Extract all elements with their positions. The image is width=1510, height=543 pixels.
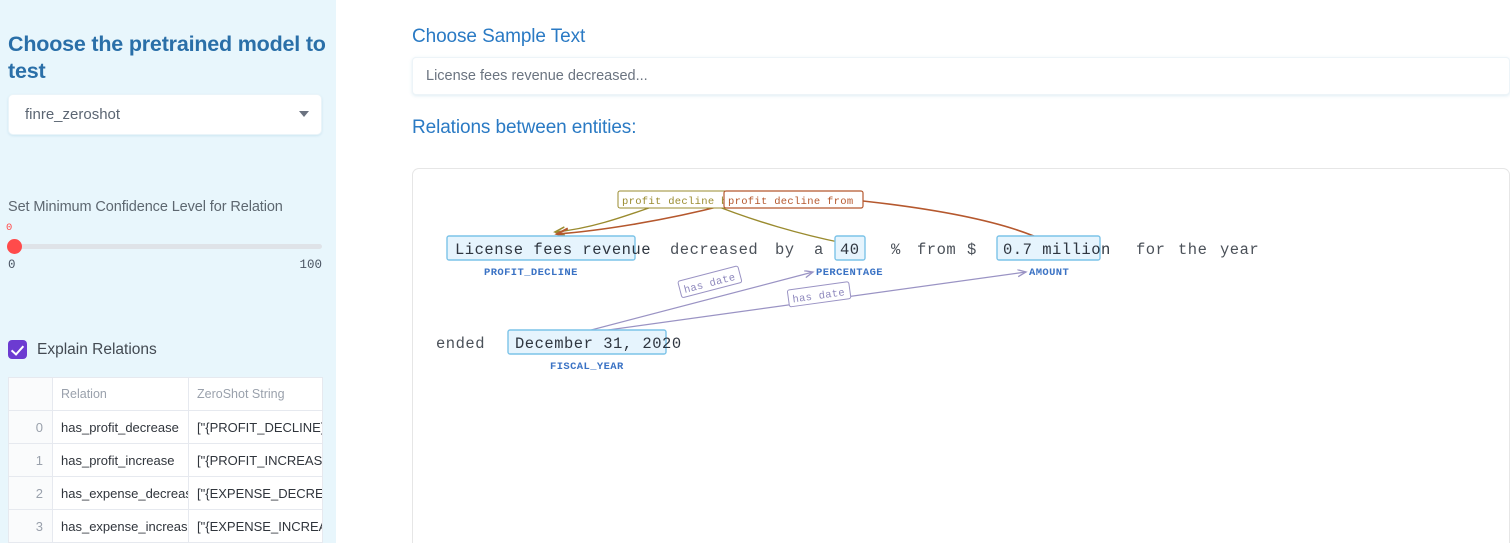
choose-sample-text-heading: Choose Sample Text: [412, 26, 586, 47]
row-index: 3: [8, 509, 53, 543]
token-40: 40 PERCENTAGE: [816, 235, 883, 279]
row-relation: has_profit_increase: [52, 443, 189, 477]
arc-label-text: profit decline from: [728, 196, 853, 208]
table-row[interactable]: 2 has_expense_decrease ["{EXPENSE_DECREA…: [8, 476, 323, 510]
table-row[interactable]: 1 has_profit_increase ["{PROFIT_INCREASE…: [8, 443, 323, 477]
entity-tag: PROFIT_DECLINE: [484, 267, 578, 279]
row-zeroshot: ["{EXPENSE_INCREASE}: [188, 509, 323, 543]
token-0-7-million: 0.7 million AMOUNT: [996, 235, 1111, 279]
entity-tag: AMOUNT: [1029, 267, 1069, 279]
table-header-zeroshot: ZeroShot String: [188, 377, 323, 411]
confidence-slider-label: Set Minimum Confidence Level for Relatio…: [8, 199, 283, 215]
row-index: 1: [8, 443, 53, 477]
arc-line-profit-decline-from-left: [557, 204, 726, 234]
entity-text: 0.7 million: [1003, 241, 1111, 259]
dependency-arc-diagram: profit decline b profit decline from has…: [436, 190, 1259, 373]
row-index: 2: [8, 476, 53, 510]
row-zeroshot: ["{EXPENSE_DECREASE}: [188, 476, 323, 510]
table-header-index: [8, 377, 53, 411]
arc-label-profit-decline-from: profit decline from: [723, 190, 864, 209]
explain-relations-checkbox[interactable]: [8, 340, 27, 359]
confidence-slider[interactable]: 0 0 100: [6, 222, 322, 280]
arc-label-profit-decline-by: profit decline b: [617, 190, 732, 209]
token-for: for: [1136, 241, 1165, 259]
chevron-down-icon[interactable]: [299, 111, 309, 117]
slider-max-label: 100: [299, 258, 322, 272]
sidebar: Choose the pretrained model to test finr…: [0, 0, 336, 543]
explain-relations-label: Explain Relations: [37, 340, 157, 358]
entity-text: License fees revenue: [455, 241, 651, 259]
row-zeroshot: ["{PROFIT_INCREASE} in: [188, 443, 323, 477]
entity-text: 40: [840, 241, 860, 259]
slider-thumb[interactable]: [7, 239, 22, 254]
slider-current-value: 0: [6, 222, 13, 234]
row-zeroshot: ["{PROFIT_DECLINE} de: [188, 410, 323, 444]
entity-text: December 31, 2020: [515, 335, 682, 353]
token-year: year: [1220, 241, 1259, 259]
slider-track[interactable]: [8, 244, 322, 249]
table-row[interactable]: 0 has_profit_decrease ["{PROFIT_DECLINE}…: [8, 410, 323, 444]
arc-label-text: profit decline b: [622, 196, 728, 208]
token-the: the: [1178, 241, 1207, 259]
token-percent-sign: %: [891, 241, 901, 259]
entity-tag: PERCENTAGE: [816, 267, 883, 279]
slider-min-label: 0: [8, 258, 16, 272]
relations-heading: Relations between entities:: [412, 117, 637, 138]
app-root: Choose the pretrained model to test finr…: [0, 0, 1510, 543]
main-panel: Choose Sample Text License fees revenue …: [336, 0, 1510, 543]
sample-text-value: License fees revenue decreased...: [426, 68, 648, 84]
relation-visualization-panel: profit decline b profit decline from has…: [412, 168, 1510, 543]
table-row[interactable]: 3 has_expense_increase ["{EXPENSE_INCREA…: [8, 509, 323, 543]
token-ended: ended: [436, 335, 485, 353]
row-relation: has_profit_decrease: [52, 410, 189, 444]
table-header-row: Relation ZeroShot String: [8, 377, 323, 411]
row-relation: has_expense_increase: [52, 509, 189, 543]
row-relation: has_expense_decrease: [52, 476, 189, 510]
entity-tag: FISCAL_YEAR: [550, 361, 624, 373]
token-license-fees-revenue: License fees revenue PROFIT_DECLINE: [446, 235, 651, 279]
token-december-31-2020: December 31, 2020 FISCAL_YEAR: [507, 329, 682, 373]
token-decreased: decreased: [670, 241, 758, 259]
sidebar-title: Choose the pretrained model to test: [8, 32, 326, 83]
model-select[interactable]: finre_zeroshot: [8, 94, 322, 135]
explain-relations-checkbox-row[interactable]: Explain Relations: [8, 340, 157, 359]
token-from: from: [917, 241, 956, 259]
token-dollar-sign: $: [967, 241, 977, 259]
token-a: a: [814, 241, 824, 259]
table-header-relation: Relation: [52, 377, 189, 411]
relations-table: Relation ZeroShot String 0 has_profit_de…: [8, 377, 323, 543]
arc-label-has-date-2: has date: [786, 281, 852, 308]
sample-text-select[interactable]: License fees revenue decreased...: [412, 57, 1510, 95]
arc-line-profit-decline-by-right: [708, 202, 844, 244]
model-select-value: finre_zeroshot: [25, 106, 121, 123]
row-index: 0: [8, 410, 53, 444]
token-by: by: [775, 241, 795, 259]
